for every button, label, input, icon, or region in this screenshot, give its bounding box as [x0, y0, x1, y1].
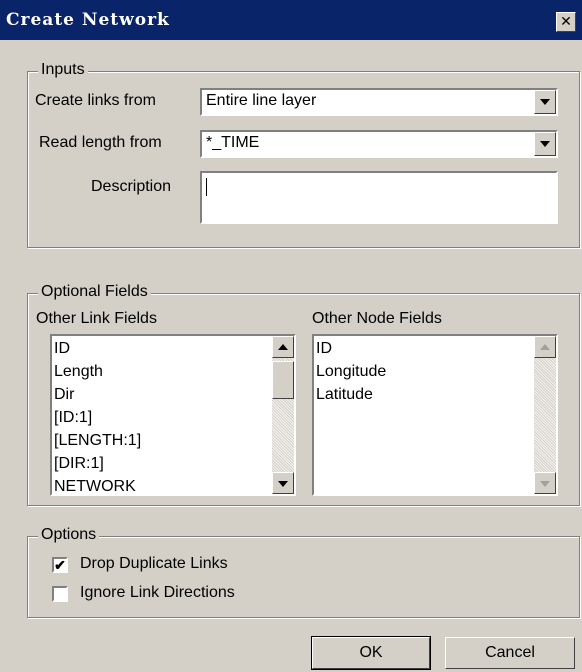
list-item[interactable]: Dir [54, 383, 141, 406]
scroll-up-button[interactable] [534, 336, 556, 358]
cancel-button[interactable]: Cancel [445, 637, 575, 669]
list-item[interactable]: Length [54, 360, 141, 383]
scroll-up-button[interactable] [272, 336, 294, 358]
description-input[interactable] [200, 171, 558, 224]
link-fields-listbox[interactable]: ID Length Dir [ID:1] [LENGTH:1] [DIR:1] … [50, 334, 296, 496]
chevron-down-icon [540, 99, 550, 105]
options-group: Options [27, 526, 580, 618]
ok-button[interactable]: OK [311, 636, 431, 670]
title-bar[interactable]: Create Network ✕ [0, 0, 582, 40]
drop-duplicates-checkbox[interactable]: ✔ [52, 557, 68, 573]
node-fields-label: Other Node Fields [312, 310, 442, 327]
chevron-up-icon [540, 344, 550, 350]
drop-duplicates-label[interactable]: Drop Duplicate Links [80, 555, 228, 573]
list-item[interactable]: ID [316, 337, 386, 360]
inputs-legend: Inputs [38, 61, 88, 79]
chevron-down-icon [278, 481, 288, 487]
list-item[interactable]: Longitude [316, 360, 386, 383]
node-fields-listbox[interactable]: ID Longitude Latitude [312, 334, 558, 496]
list-item[interactable]: NETWORK [54, 475, 141, 494]
link-fields-label: Other Link Fields [36, 310, 157, 327]
read-length-value: *_TIME [206, 134, 260, 151]
description-label: Description [91, 178, 172, 195]
read-length-label: Read length from [39, 134, 162, 151]
list-item[interactable]: [LENGTH:1] [54, 429, 141, 452]
options-legend: Options [38, 526, 100, 544]
create-links-dropdown-button[interactable] [534, 90, 556, 114]
create-links-combo[interactable]: Entire line layer [200, 88, 558, 116]
close-icon: ✕ [560, 13, 572, 29]
list-item[interactable]: ID [54, 337, 141, 360]
checkmark-icon: ✔ [54, 557, 66, 573]
list-item[interactable]: [DIR:1] [54, 452, 141, 475]
ignore-directions-checkbox[interactable] [52, 586, 68, 602]
chevron-down-icon [540, 481, 550, 487]
read-length-combo[interactable]: *_TIME [200, 130, 558, 158]
close-button[interactable]: ✕ [556, 12, 576, 32]
link-fields-list: ID Length Dir [ID:1] [LENGTH:1] [DIR:1] … [54, 337, 141, 494]
scroll-down-button[interactable] [272, 472, 294, 494]
list-item[interactable]: [ID:1] [54, 406, 141, 429]
scroll-down-button[interactable] [534, 472, 556, 494]
ignore-directions-label[interactable]: Ignore Link Directions [80, 584, 235, 602]
read-length-dropdown-button[interactable] [534, 132, 556, 156]
chevron-down-icon [540, 141, 550, 147]
create-links-value: Entire line layer [206, 92, 317, 109]
optional-fields-legend: Optional Fields [38, 283, 151, 301]
link-fields-scrollbar[interactable] [272, 336, 294, 494]
scroll-thumb[interactable] [272, 361, 294, 399]
list-item[interactable]: Latitude [316, 383, 386, 406]
create-links-label: Create links from [35, 92, 156, 109]
window-title: Create Network [6, 10, 170, 30]
chevron-up-icon [278, 344, 288, 350]
node-fields-scrollbar[interactable] [534, 336, 556, 494]
text-caret [206, 178, 207, 196]
node-fields-list: ID Longitude Latitude [316, 337, 386, 406]
